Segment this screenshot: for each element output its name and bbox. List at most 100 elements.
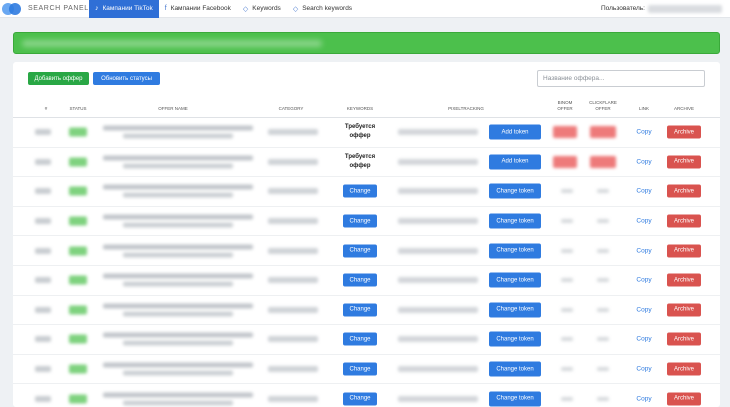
nav-tab-facebook[interactable]: f Кампании Facebook <box>159 0 237 18</box>
status-badge-redacted <box>69 305 87 315</box>
offer-id-redacted <box>35 306 51 313</box>
clickflare-offer-redacted <box>590 155 616 168</box>
column-header-pixeltracking: PIXELTRACKING <box>448 106 484 111</box>
change-token-button[interactable]: Change token <box>489 272 541 288</box>
offer-name-redacted <box>103 362 253 368</box>
clickflare-offer-redacted <box>597 396 609 401</box>
clickflare-offer-redacted <box>597 367 609 372</box>
category-redacted <box>268 277 318 284</box>
change-token-button[interactable]: Change token <box>489 243 541 259</box>
table-row: Change Change token Copy Archive <box>13 296 720 326</box>
table-row: Требуется оффер Add token Copy Archive <box>13 148 720 178</box>
archive-button[interactable]: Archive <box>667 273 701 287</box>
status-badge-redacted <box>69 216 87 226</box>
archive-button[interactable]: Archive <box>667 125 701 139</box>
copy-link[interactable]: Copy <box>633 218 655 225</box>
offer-name-redacted <box>123 340 233 346</box>
add-token-button[interactable]: Add token <box>489 124 541 140</box>
keywords-required-text: Требуется оффер <box>344 153 376 169</box>
archive-button[interactable]: Archive <box>667 155 701 169</box>
offer-id-redacted <box>35 277 51 284</box>
status-badge-redacted <box>69 157 87 167</box>
column-header-clickflare-offer: CLICKFLARE OFFER <box>589 100 617 111</box>
offer-name-redacted <box>123 163 233 169</box>
copy-link[interactable]: Copy <box>633 336 655 343</box>
change-keywords-button[interactable]: Change <box>343 244 377 258</box>
clickflare-offer-redacted <box>597 248 609 253</box>
change-token-button[interactable]: Change token <box>489 361 541 377</box>
change-token-button[interactable]: Change token <box>489 331 541 347</box>
archive-button[interactable]: Archive <box>667 184 701 198</box>
banner-text-redacted <box>22 40 322 47</box>
column-header-archive: ARCHIVE <box>673 106 694 111</box>
binom-offer-redacted <box>561 367 573 372</box>
status-badge-redacted <box>69 246 87 256</box>
change-token-button[interactable]: Change token <box>489 391 541 407</box>
offer-id-redacted <box>35 336 51 343</box>
pixeltracking-redacted <box>398 247 478 254</box>
change-keywords-button[interactable]: Change <box>343 184 377 198</box>
offer-name-redacted <box>123 133 233 139</box>
pixeltracking-redacted <box>398 188 478 195</box>
pixeltracking-redacted <box>398 158 478 165</box>
add-offer-button[interactable]: Добавить оффер <box>28 72 89 85</box>
change-token-button[interactable]: Change token <box>489 213 541 229</box>
offer-search-input[interactable] <box>537 70 705 87</box>
column-header-offer-name: OFFER NAME <box>158 106 188 111</box>
offer-id-redacted <box>35 366 51 373</box>
offers-table-body: Требуется оффер Add token Copy Archive Т… <box>13 118 720 407</box>
category-redacted <box>268 247 318 254</box>
table-row: Change Change token Copy Archive <box>13 207 720 237</box>
change-token-button[interactable]: Change token <box>489 302 541 318</box>
nav-tab-keywords[interactable]: ◇ Keywords <box>237 0 287 18</box>
change-keywords-button[interactable]: Change <box>343 332 377 346</box>
archive-button[interactable]: Archive <box>667 244 701 258</box>
logo[interactable]: SEARCH PANEL <box>0 0 89 18</box>
change-keywords-button[interactable]: Change <box>343 273 377 287</box>
column-header-id: # <box>44 106 48 111</box>
copy-link[interactable]: Copy <box>633 158 655 165</box>
archive-button[interactable]: Archive <box>667 392 701 406</box>
offer-name-redacted <box>123 370 233 376</box>
pixeltracking-redacted <box>398 306 478 313</box>
offer-id-redacted <box>35 395 51 402</box>
offers-card: Добавить оффер Обновить статусы # STATUS… <box>13 62 720 407</box>
archive-button[interactable]: Archive <box>667 303 701 317</box>
clickflare-offer-redacted <box>597 278 609 283</box>
offer-name-redacted <box>103 125 253 131</box>
offer-name-redacted <box>103 303 253 309</box>
status-badge-redacted <box>69 364 87 374</box>
pixeltracking-redacted <box>398 277 478 284</box>
change-token-button[interactable]: Change token <box>489 183 541 199</box>
category-redacted <box>268 218 318 225</box>
binom-offer-redacted <box>561 307 573 312</box>
change-keywords-button[interactable]: Change <box>343 214 377 228</box>
copy-link[interactable]: Copy <box>633 277 655 284</box>
table-header: # STATUS OFFER NAME CATEGORY KEYWORDS PI… <box>13 98 720 118</box>
refresh-statuses-button[interactable]: Обновить статусы <box>93 72 160 85</box>
tiktok-icon: ♪ <box>95 5 99 12</box>
change-keywords-button[interactable]: Change <box>343 362 377 376</box>
archive-button[interactable]: Archive <box>667 214 701 228</box>
change-keywords-button[interactable]: Change <box>343 303 377 317</box>
status-badge-redacted <box>69 127 87 137</box>
copy-link[interactable]: Copy <box>633 366 655 373</box>
copy-link[interactable]: Copy <box>633 247 655 254</box>
add-token-button[interactable]: Add token <box>489 154 541 170</box>
nav-tab-tiktok[interactable]: ♪ Кампании TikTok <box>89 0 159 18</box>
nav-tab-search-keywords[interactable]: ◇ Search keywords <box>287 0 358 18</box>
nav-tab-label: Keywords <box>252 5 281 12</box>
change-keywords-button[interactable]: Change <box>343 392 377 406</box>
nav-tab-label: Search keywords <box>302 5 353 12</box>
archive-button[interactable]: Archive <box>667 332 701 346</box>
binom-offer-redacted <box>553 126 577 139</box>
copy-link[interactable]: Copy <box>633 129 655 136</box>
category-redacted <box>268 306 318 313</box>
copy-link[interactable]: Copy <box>633 188 655 195</box>
copy-link[interactable]: Copy <box>633 395 655 402</box>
copy-link[interactable]: Copy <box>633 306 655 313</box>
binom-offer-redacted <box>553 155 577 168</box>
column-header-keywords: KEYWORDS <box>346 106 374 111</box>
archive-button[interactable]: Archive <box>667 362 701 376</box>
user-name-redacted <box>648 4 722 13</box>
